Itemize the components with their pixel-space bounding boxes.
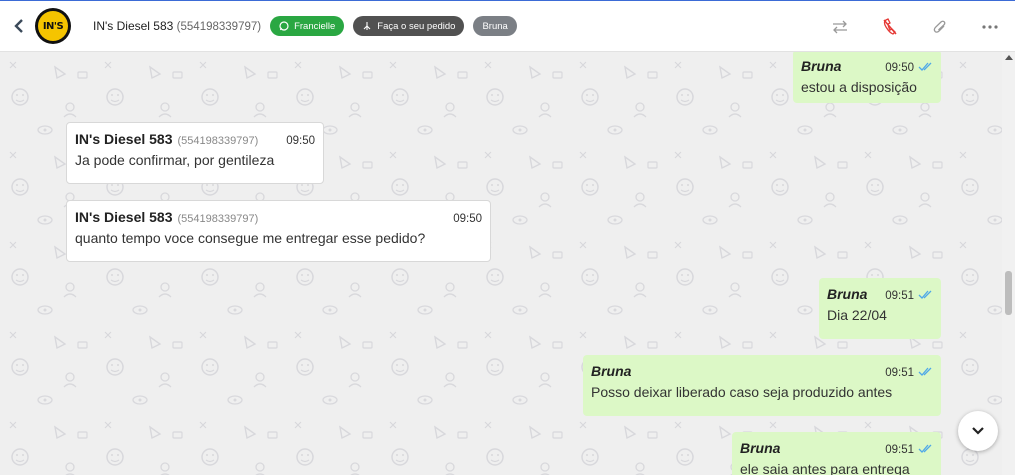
message-header: Bruna 09:51 (591, 363, 933, 379)
transfer-icon[interactable] (831, 18, 849, 36)
attach-icon[interactable] (931, 18, 949, 36)
whatsapp-icon (279, 21, 289, 31)
chip-label: Faça o seu pedido (377, 20, 456, 32)
message-author-phone: (554198339797) (177, 135, 259, 147)
more-icon[interactable] (981, 18, 999, 36)
message-time: 09:50 (453, 213, 482, 225)
message-author-phone: (554198339797) (177, 213, 259, 225)
read-ticks-icon (918, 290, 932, 299)
message-header: IN's Diesel 583 (554198339797) 09:50 (75, 131, 315, 147)
message-time: 09:51 (885, 367, 914, 379)
message-time: 09:51 (885, 444, 914, 456)
message-text: estou a disposição (801, 79, 917, 95)
end-call-icon[interactable] (881, 18, 899, 36)
avatar-logo-text: IN'S (38, 11, 68, 41)
message-author: Bruna (591, 363, 632, 379)
chip-label: Bruna (482, 20, 508, 32)
message-outgoing[interactable]: Bruna 09:51 ele saia antes para entrega (732, 432, 941, 475)
message-outgoing[interactable]: Bruna 09:50 estou a disposição (793, 52, 941, 103)
read-ticks-icon (918, 62, 932, 71)
avatar[interactable]: IN'S (35, 8, 71, 44)
message-author: Bruna (740, 440, 781, 456)
scrollbar[interactable] (1002, 52, 1015, 475)
chip-flow[interactable]: Faça o seu pedido (353, 16, 465, 36)
message-author: Bruna (801, 58, 842, 74)
message-text: quanto tempo voce consegue me entregar e… (75, 230, 426, 246)
flow-icon (363, 22, 371, 30)
chevron-down-icon (972, 427, 984, 435)
message-time: 09:50 (885, 62, 914, 74)
message-text: ele saia antes para entrega (740, 461, 910, 475)
read-ticks-icon (918, 367, 932, 376)
back-arrow-icon[interactable] (10, 17, 28, 35)
contact-phone: (554198339797) (176, 21, 262, 33)
message-text: Dia 22/04 (827, 307, 887, 323)
contact-title: IN's Diesel 583 (554198339797) (93, 19, 261, 33)
message-author: IN's Diesel 583 (75, 209, 173, 225)
message-incoming[interactable]: IN's Diesel 583 (554198339797) 09:50 Ja … (66, 122, 324, 184)
message-text: Posso deixar liberado caso seja produzid… (591, 384, 893, 400)
contact-name: IN's Diesel 583 (93, 19, 174, 33)
header-actions (799, 1, 999, 53)
message-header: Bruna 09:51 (740, 440, 933, 456)
chip-user[interactable]: Bruna (473, 16, 517, 36)
message-author: IN's Diesel 583 (75, 131, 173, 147)
message-text: Ja pode confirmar, por gentileza (75, 152, 275, 168)
chat-header: IN'S IN's Diesel 583 (554198339797) Fran… (0, 0, 1015, 52)
message-incoming[interactable]: IN's Diesel 583 (554198339797) 09:50 qua… (66, 200, 491, 262)
scroll-to-bottom-button[interactable] (958, 411, 998, 451)
message-time: 09:50 (286, 135, 315, 147)
message-outgoing[interactable]: Bruna 09:51 Dia 22/04 (819, 278, 941, 339)
scroll-thumb[interactable] (1005, 271, 1012, 315)
chat-area[interactable]: Bruna 09:50 estou a disposição IN's Dies… (0, 52, 1002, 475)
message-outgoing[interactable]: Bruna 09:51 Posso deixar liberado caso s… (583, 355, 941, 416)
message-header: Bruna 09:51 (827, 286, 933, 302)
read-ticks-icon (918, 444, 932, 453)
chip-label: Francielle (294, 20, 336, 32)
chip-agent-whatsapp[interactable]: Francielle (270, 16, 345, 36)
message-header: Bruna 09:50 (801, 58, 933, 74)
message-time: 09:51 (885, 290, 914, 302)
scroll-up-arrow-icon[interactable] (1005, 55, 1013, 60)
message-author: Bruna (827, 286, 868, 302)
message-header: IN's Diesel 583 (554198339797) 09:50 (75, 209, 482, 225)
